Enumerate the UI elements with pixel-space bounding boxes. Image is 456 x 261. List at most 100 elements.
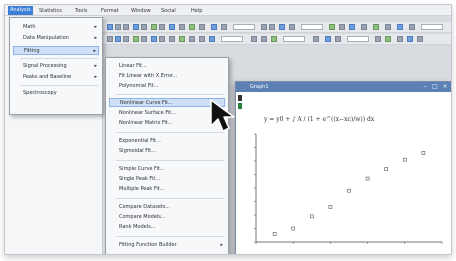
menu-analysis[interactable]: Analysis [8,6,33,15]
matrix-icon[interactable] [169,24,175,30]
submenu-item[interactable]: Compare Models... [109,213,225,222]
bold-icon[interactable] [261,24,267,30]
menu-separator [116,94,224,95]
layer-dropdown[interactable] [221,36,243,42]
template-dropdown[interactable] [421,24,443,30]
align-center-icon[interactable] [407,36,413,42]
submenu-item-nonlinear-curve-fit[interactable]: Nonlinear Curve Fit... [109,98,225,107]
draw-data-icon[interactable] [169,36,175,42]
ungroup-icon[interactable] [335,36,341,42]
layout-icon[interactable] [189,24,195,30]
submenu-item[interactable]: Single Peak Fit... [109,175,225,184]
menu-format[interactable]: Format [101,7,119,15]
submenu-item[interactable]: Compare Datasets... [109,203,225,212]
arrow-tool-icon[interactable] [189,36,195,42]
menu-item-signal-processing[interactable]: Signal Processing ▸ [13,62,99,71]
menu-item-peaks-baseline[interactable]: Peaks and Baseline ▸ [13,73,99,82]
style-dropdown[interactable] [347,36,369,42]
fitting-submenu: Linear Fit... Fit Linear with X Error...… [105,57,229,254]
menu-separator [116,132,224,133]
zoom-in-icon[interactable] [115,36,121,42]
align-icon[interactable] [279,24,285,30]
submenu-item[interactable]: Sigmoidal Fit... [109,147,225,156]
menu-item-spectroscopy[interactable]: Spectroscopy [13,89,99,98]
align-right-icon[interactable] [417,36,423,42]
submenu-item[interactable]: Linear Fit... [109,62,225,71]
size-dropdown[interactable] [301,24,323,30]
open-icon[interactable] [115,24,121,30]
save-icon[interactable] [123,24,129,30]
pointer-icon[interactable] [107,36,113,42]
plot-stat-icon[interactable] [385,24,391,30]
new-project-icon[interactable] [107,24,113,30]
data-point [272,232,277,236]
plot-area-icon[interactable] [397,24,403,30]
print-icon[interactable] [141,24,147,30]
analysis-menu: Math ▸ Data Manipulation ▸ Fitting ▸ Signal… [9,17,103,115]
graph-area[interactable]: y = y0 + ∫ A / (1 + e^((x−xc)/w)) dx [242,94,450,254]
menu-separator [116,236,224,237]
maximize-icon[interactable]: □ [432,84,438,90]
plot-scatter-icon[interactable] [339,24,345,30]
data-point [347,188,351,193]
minimize-icon[interactable]: – [422,84,428,90]
italic-icon[interactable] [269,24,275,30]
refresh-icon[interactable] [199,24,205,30]
submenu-item[interactable]: Rank Models... [109,223,225,232]
menu-separator [20,85,98,86]
menu-statistics[interactable]: Statistics [39,7,62,15]
width-dropdown[interactable] [283,36,305,42]
submenu-item[interactable]: Nonlinear Surface Fit... [109,109,225,118]
plot-line-icon[interactable] [329,24,335,30]
graph-window[interactable]: Graph1 – □ × y = y0 + ∫ A / (1 + e^((x−x… [235,81,451,254]
line-color-icon[interactable] [261,36,267,42]
submenu-item[interactable]: Simple Curve Fit... [109,165,225,174]
line-tool-icon[interactable] [199,36,205,42]
font-dropdown[interactable] [233,24,255,30]
zoom-icon[interactable] [211,24,217,30]
graph-window-titlebar[interactable]: Graph1 – □ × [236,82,451,92]
menu-item-math[interactable]: Math ▸ [13,23,99,32]
worksheet-icon[interactable] [159,24,165,30]
front-icon[interactable] [375,36,381,42]
symbol-icon[interactable] [313,36,319,42]
submenu-item[interactable]: Polynomial Fit... [109,82,225,91]
back-icon[interactable] [385,36,391,42]
import-icon[interactable] [133,24,139,30]
group-icon[interactable] [325,36,331,42]
plot-3d-icon[interactable] [361,24,367,30]
rect-tool-icon[interactable] [209,36,215,42]
menu-tools[interactable]: Tools [75,7,87,15]
align-left-icon[interactable] [397,36,403,42]
color-icon[interactable] [289,24,295,30]
rescale-icon[interactable] [221,24,227,30]
menu-help[interactable]: Help [191,7,202,15]
data-point [310,214,314,219]
fill-color-icon[interactable] [251,36,257,42]
data-selector-icon[interactable] [151,36,157,42]
close-icon[interactable]: × [442,84,448,90]
menu-social[interactable]: Social [161,7,176,15]
notes-icon[interactable] [179,24,185,30]
toolbar-format [103,34,451,45]
menu-separator [116,160,224,161]
menu-window[interactable]: Window [131,7,151,15]
submenu-item-function-builder[interactable]: Fitting Function Builder ▸ [109,241,225,250]
menu-item-data-manipulation[interactable]: Data Manipulation ▸ [13,34,99,43]
screen-reader-icon[interactable] [133,36,139,42]
graph-icon[interactable] [151,24,157,30]
plot-contour-icon[interactable] [373,24,379,30]
submenu-item[interactable]: Fit Linear with X Error... [109,72,225,81]
menu-item-fitting[interactable]: Fitting ▸ [13,46,99,55]
plot-polar-icon[interactable] [409,24,415,30]
submenu-item[interactable]: Multiple Peak Fit... [109,185,225,194]
text-tool-icon[interactable] [179,36,185,42]
zoom-out-icon[interactable] [123,36,129,42]
submenu-item[interactable]: Nonlinear Matrix Fit... [109,119,225,128]
toolbar-standard [103,22,451,33]
mask-icon[interactable] [159,36,165,42]
submenu-item[interactable]: Exponential Fit... [109,137,225,146]
pattern-icon[interactable] [271,36,277,42]
data-reader-icon[interactable] [141,36,147,42]
plot-bar-icon[interactable] [349,24,355,30]
